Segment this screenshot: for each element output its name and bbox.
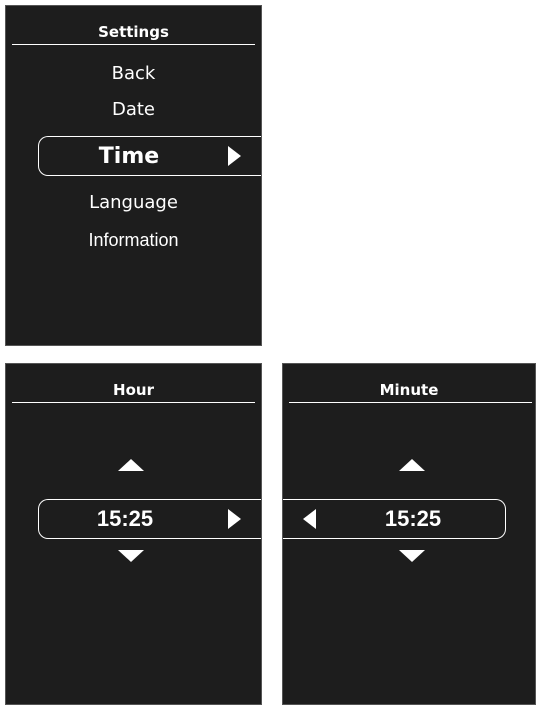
title-divider bbox=[12, 44, 255, 45]
arrow-down-icon[interactable] bbox=[399, 550, 425, 562]
minute-value-field[interactable]: 15:25 bbox=[283, 499, 506, 539]
menu-item-back[interactable]: Back bbox=[6, 63, 261, 84]
title-divider bbox=[289, 402, 532, 403]
screen-title: Settings bbox=[98, 23, 169, 41]
time-value: 15:25 bbox=[384, 506, 442, 531]
menu-item-time-selected[interactable]: Time bbox=[38, 136, 261, 176]
title-divider bbox=[12, 402, 255, 403]
hour-screen: Hour 15:25 bbox=[5, 363, 262, 705]
arrow-right-icon bbox=[228, 146, 241, 166]
arrow-down-icon[interactable] bbox=[118, 550, 144, 562]
arrow-right-icon[interactable] bbox=[228, 509, 241, 529]
screen-title: Minute bbox=[379, 381, 439, 399]
menu-item-language[interactable]: Language bbox=[6, 192, 261, 213]
settings-screen: Settings Back Date Time Language Informa… bbox=[5, 5, 262, 346]
screen-title: Hour bbox=[113, 381, 154, 399]
arrow-up-icon[interactable] bbox=[118, 459, 144, 471]
hour-value-field[interactable]: 15:25 bbox=[38, 499, 261, 539]
minute-screen: Minute 15:25 bbox=[282, 363, 536, 705]
menu-item-information[interactable]: Information bbox=[6, 230, 261, 251]
menu-item-date[interactable]: Date bbox=[6, 99, 261, 120]
arrow-up-icon[interactable] bbox=[399, 459, 425, 471]
